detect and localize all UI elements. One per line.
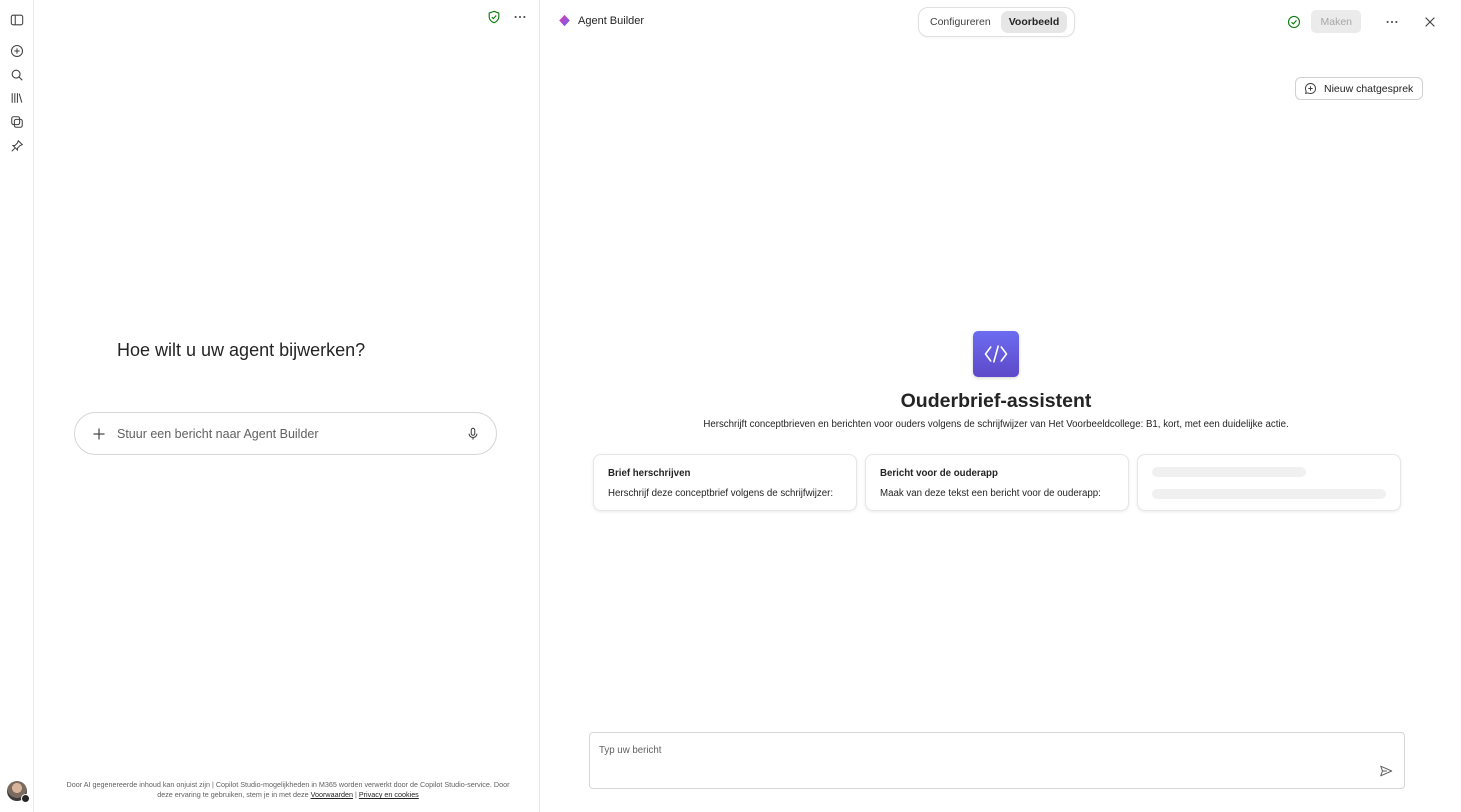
more-icon[interactable] bbox=[1385, 15, 1399, 29]
new-chat-icon bbox=[1304, 82, 1317, 95]
tab-configureren[interactable]: Configureren bbox=[922, 11, 999, 33]
builder-message-input[interactable]: Stuur een bericht naar Agent Builder bbox=[74, 412, 497, 455]
check-circle-icon[interactable] bbox=[1287, 15, 1301, 29]
skeleton-line bbox=[1152, 467, 1306, 477]
app-window: Hoe wilt u uw agent bijwerken? Stuur een… bbox=[0, 0, 1461, 812]
builder-pane: Hoe wilt u uw agent bijwerken? Stuur een… bbox=[34, 0, 540, 812]
search-icon[interactable] bbox=[7, 65, 27, 85]
chat-message-input[interactable]: Typ uw bericht bbox=[589, 732, 1405, 789]
app-brand: Agent Builder bbox=[558, 14, 644, 27]
ai-disclaimer: Door AI gegenereerde inhoud kan onjuist … bbox=[58, 780, 518, 800]
new-chat-button[interactable]: Nieuw chatgesprek bbox=[1295, 77, 1424, 100]
starter-prompt: Maak van deze tekst een bericht voor de … bbox=[880, 488, 1101, 499]
starter-card-loading bbox=[1137, 454, 1401, 511]
chat-input-placeholder[interactable]: Typ uw bericht bbox=[599, 745, 661, 756]
left-rail bbox=[0, 0, 34, 812]
code-brackets-icon bbox=[984, 345, 1008, 363]
mode-switcher: Configureren Voorbeeld bbox=[918, 7, 1075, 37]
skeleton-line bbox=[1152, 489, 1386, 499]
builder-heading: Hoe wilt u uw agent bijwerken? bbox=[117, 340, 366, 360]
terms-link[interactable]: Voorwaarden bbox=[311, 790, 353, 799]
create-button[interactable]: Maken bbox=[1311, 10, 1361, 33]
agent-description: Herschrijft conceptbrieven en berichten … bbox=[703, 419, 1289, 430]
starter-card[interactable]: Bericht voor de ouderapp Maak van deze t… bbox=[865, 454, 1129, 511]
disclaimer-text: Door AI gegenereerde inhoud kan onjuist … bbox=[66, 780, 510, 799]
avatar[interactable] bbox=[7, 781, 30, 803]
tab-voorbeeld[interactable]: Voorbeeld bbox=[1000, 11, 1068, 33]
new-chat-label: Nieuw chatgesprek bbox=[1324, 82, 1414, 95]
library-icon[interactable] bbox=[7, 88, 27, 108]
shield-check-icon[interactable] bbox=[487, 10, 501, 24]
header-actions: Maken bbox=[1287, 10, 1437, 33]
starter-prompt: Herschrijf deze conceptbrief volgens de … bbox=[608, 488, 834, 499]
agent-name: Ouderbrief-assistent bbox=[900, 390, 1092, 412]
close-icon[interactable] bbox=[1423, 15, 1437, 29]
more-icon[interactable] bbox=[513, 10, 527, 24]
preview-pane: Agent Builder Configureren Voorbeeld Mak… bbox=[541, 0, 1461, 812]
builder-pane-toolbar bbox=[487, 10, 527, 24]
agents-icon[interactable] bbox=[7, 112, 27, 132]
starter-card[interactable]: Brief herschrijven Herschrijf deze conce… bbox=[593, 454, 857, 511]
sidebar-toggle-icon[interactable] bbox=[7, 10, 27, 30]
pin-icon[interactable] bbox=[7, 136, 27, 156]
builder-input-placeholder[interactable]: Stuur een bericht naar Agent Builder bbox=[117, 427, 466, 441]
starter-title: Brief herschrijven bbox=[608, 468, 691, 479]
agent-icon bbox=[973, 331, 1019, 377]
copilot-logo-icon bbox=[559, 14, 570, 27]
plus-icon[interactable] bbox=[91, 426, 107, 442]
disclaimer-separator: | bbox=[354, 790, 357, 799]
privacy-link[interactable]: Privacy en cookies bbox=[359, 790, 419, 799]
send-icon[interactable] bbox=[1379, 764, 1393, 778]
starter-title: Bericht voor de ouderapp bbox=[880, 468, 998, 479]
new-chat-icon[interactable] bbox=[7, 41, 27, 61]
app-name: Agent Builder bbox=[578, 14, 645, 27]
presence-badge bbox=[21, 794, 30, 803]
microphone-icon[interactable] bbox=[466, 427, 480, 441]
